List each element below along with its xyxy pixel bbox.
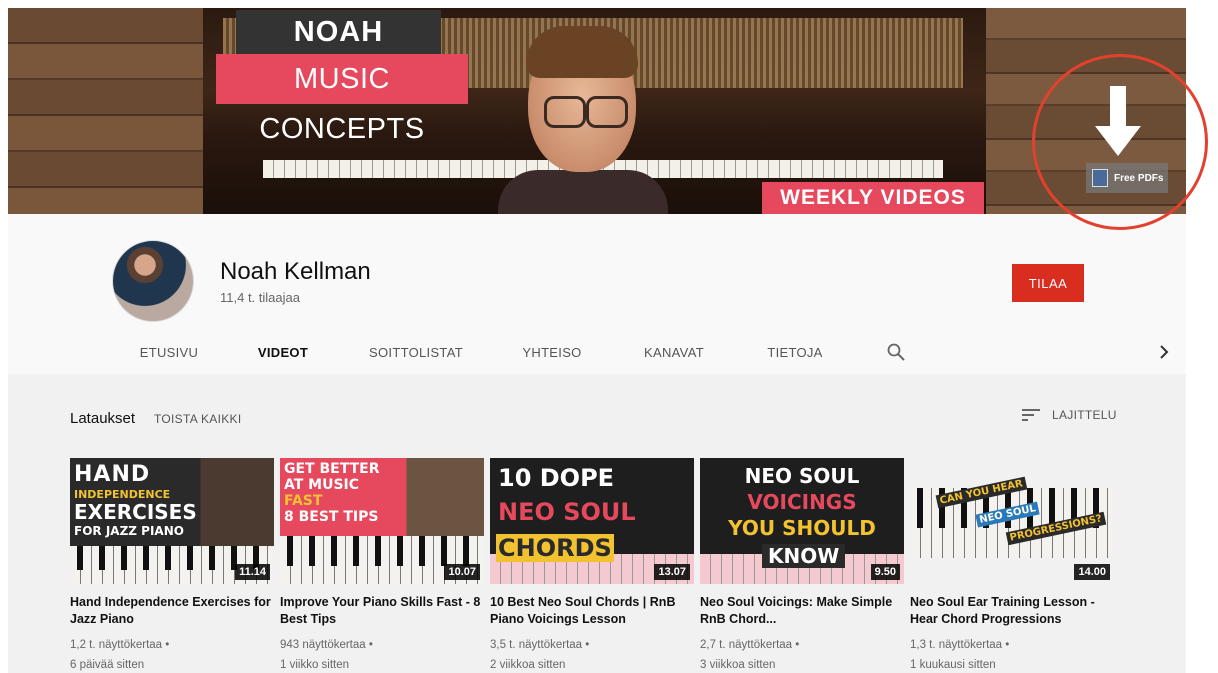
banner-weekly-videos: WEEKLY VIDEOS (762, 182, 984, 214)
sort-button[interactable]: LAJITTELU (1022, 408, 1117, 422)
portrait-shirt (498, 170, 668, 214)
video-thumbnail[interactable]: NEO SOUL VOICINGS YOU SHOULD KNOW 9.50 (700, 458, 904, 584)
avatar[interactable] (112, 240, 194, 322)
video-card[interactable]: NEO SOUL VOICINGS YOU SHOULD KNOW 9.50 N… (700, 458, 904, 673)
section-title: Lataukset (70, 410, 136, 427)
search-icon[interactable] (886, 342, 906, 362)
subscribe-button[interactable]: TILAA (1012, 264, 1084, 302)
channel-banner: NOAH KELLMAN MUSIC CONCEPTS WEEKLY VIDEO… (8, 8, 1186, 214)
video-age: 2 viikkoa sitten (490, 659, 566, 671)
video-card[interactable]: CAN YOU HEAR NEO SOUL PROGRESSIONS? 14.0… (910, 458, 1114, 673)
video-age: 1 viikko sitten (280, 659, 350, 671)
thumb-text: VOICINGS (747, 490, 857, 514)
video-title[interactable]: Neo Soul Voicings: Make Simple RnB Chord… (700, 594, 904, 628)
thumb-black-keys (280, 536, 484, 566)
video-age: 6 päivää sitten (70, 659, 145, 671)
video-views: 1,2 t. näyttökertaa • (70, 639, 170, 651)
video-duration: 11.14 (235, 564, 270, 580)
channel-name: Noah Kellman (220, 258, 371, 285)
play-all-button[interactable]: TOISTA KAIKKI (154, 412, 241, 426)
video-duration: 14.00 (1074, 564, 1110, 580)
thumb-text: NEO SOUL (498, 498, 636, 526)
tab-yhteiso[interactable]: YHTEISO (512, 334, 592, 378)
sort-label: LAJITTELU (1052, 408, 1117, 422)
highlight-ring (1032, 54, 1208, 230)
sort-icon (1022, 409, 1040, 421)
video-views: 1,3 t. näyttökertaa • (910, 639, 1010, 651)
thumb-text: 8 BEST TIPS (284, 509, 379, 525)
video-title[interactable]: 10 Best Neo Soul Chords | RnB Piano Voic… (490, 594, 694, 628)
video-age: 1 kuukausi sitten (910, 659, 996, 671)
thumb-text: CHORDS (496, 534, 614, 562)
portrait-glasses-right (586, 96, 628, 128)
portrait-glasses-left (544, 96, 586, 128)
channel-page: NOAH KELLMAN MUSIC CONCEPTS WEEKLY VIDEO… (8, 8, 1186, 673)
thumb-text: GET BETTER (284, 461, 380, 477)
video-views: 3,5 t. näyttökertaa • (490, 639, 590, 651)
video-thumbnail[interactable]: 10 DOPE NEO SOUL CHORDS 13.07 (490, 458, 694, 584)
thumb-text: 10 DOPE (498, 464, 615, 492)
tab-kanavat[interactable]: KANAVAT (634, 334, 714, 378)
video-thumbnail[interactable]: HAND INDEPENDENCE EXERCISES FOR JAZZ PIA… (70, 458, 274, 584)
tab-soittolistat[interactable]: SOITTOLISTAT (360, 334, 472, 378)
video-duration: 9.50 (870, 564, 900, 580)
banner-title-line1: NOAH KELLMAN (236, 10, 441, 92)
thumb-text: KNOW (762, 544, 846, 568)
thumb-text: NEO SOUL (744, 464, 860, 488)
video-duration: 13.07 (654, 564, 690, 580)
video-title[interactable]: Neo Soul Ear Training Lesson - Hear Chor… (910, 594, 1114, 628)
thumb-text: FAST (284, 493, 323, 509)
thumb-text: AT MUSIC (284, 477, 360, 493)
video-views: 943 näyttökertaa • (280, 639, 373, 651)
thumb-text: FOR JAZZ PIANO (74, 524, 184, 538)
video-thumbnail[interactable]: CAN YOU HEAR NEO SOUL PROGRESSIONS? 14.0… (910, 458, 1114, 584)
video-duration: 10.07 (444, 564, 480, 580)
tab-tietoja[interactable]: TIETOJA (758, 334, 832, 378)
subscriber-count: 11,4 t. tilaajaa (220, 290, 300, 305)
banner-portrait (498, 20, 668, 214)
video-card[interactable]: GET BETTER AT MUSIC FAST 8 BEST TIPS 10.… (280, 458, 484, 673)
tab-etusivu[interactable]: ETUSIVU (134, 334, 204, 378)
video-title[interactable]: Hand Independence Exercises for Jazz Pia… (70, 594, 274, 628)
thumb-text: HAND (74, 462, 151, 487)
banner-title-line2: MUSIC CONCEPTS (216, 54, 468, 145)
video-title[interactable]: Improve Your Piano Skills Fast - 8 Best … (280, 594, 484, 628)
banner-wood-left (8, 8, 203, 214)
video-views: 2,7 t. näyttökertaa • (700, 639, 800, 651)
video-card[interactable]: HAND INDEPENDENCE EXERCISES FOR JAZZ PIA… (70, 458, 274, 673)
portrait-hair (526, 26, 638, 78)
videos-section: Lataukset TOISTA KAIKKI LAJITTELU HAND I… (8, 374, 1186, 673)
thumb-text: YOU SHOULD (728, 516, 876, 540)
video-card[interactable]: 10 DOPE NEO SOUL CHORDS 13.07 10 Best Ne… (490, 458, 694, 673)
chevron-right-icon[interactable] (1156, 344, 1172, 360)
video-thumbnail[interactable]: GET BETTER AT MUSIC FAST 8 BEST TIPS 10.… (280, 458, 484, 584)
thumb-text: EXERCISES (74, 500, 197, 524)
video-age: 3 viikkoa sitten (700, 659, 776, 671)
